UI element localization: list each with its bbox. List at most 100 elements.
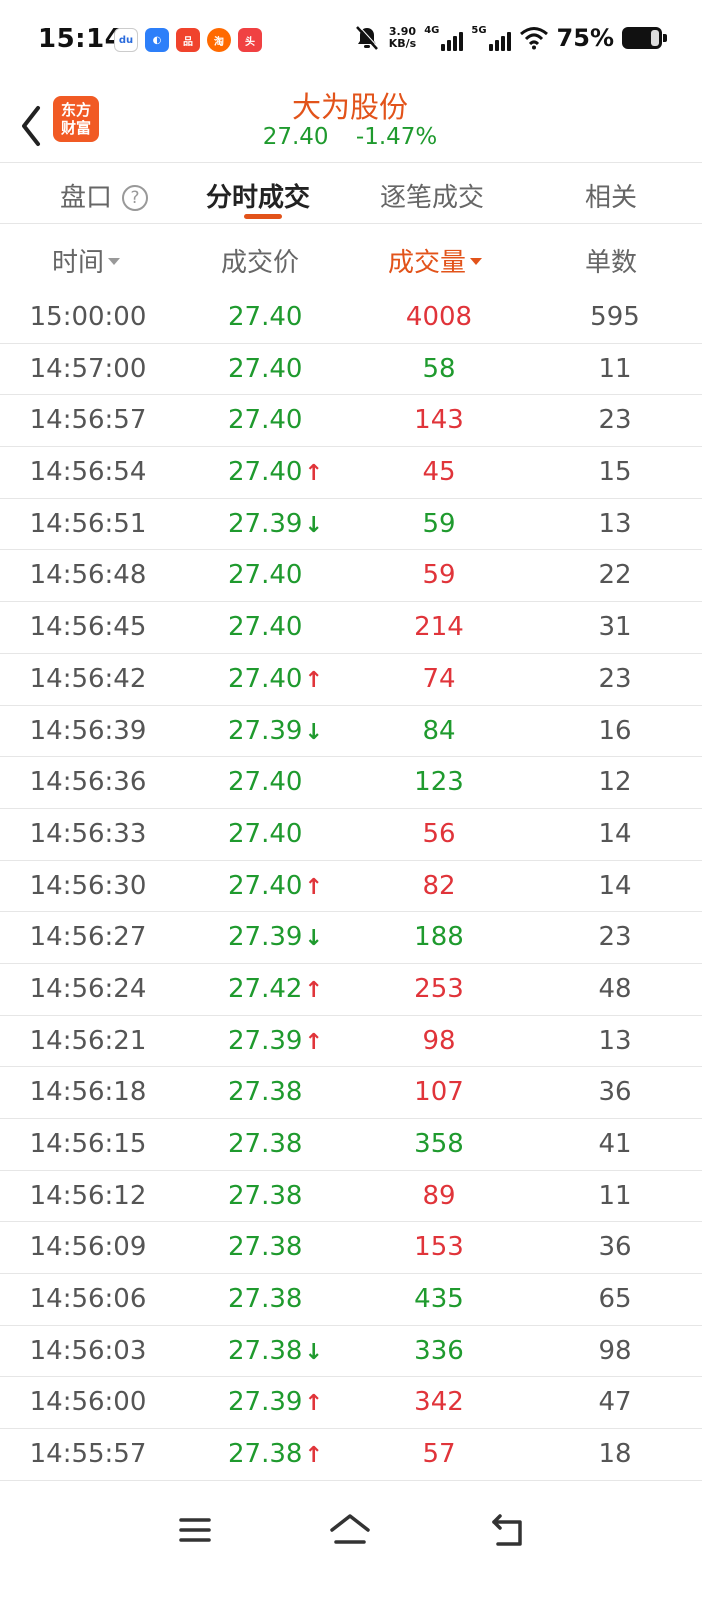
up-arrow-icon: ↑ bbox=[304, 1029, 323, 1055]
trade-time: 14:57:00 bbox=[29, 353, 147, 384]
trade-row: 14:56:12 27.38 89 11 bbox=[0, 1171, 702, 1223]
up-arrow-icon: ↑ bbox=[304, 667, 323, 693]
wifi-icon bbox=[519, 27, 548, 50]
up-arrow-icon: ↑ bbox=[304, 874, 323, 900]
trade-row: 14:56:45 27.40 214 31 bbox=[0, 602, 702, 654]
col-time-header[interactable]: 时间 bbox=[52, 242, 121, 279]
trade-count: 11 bbox=[598, 353, 632, 384]
trade-price-value: 27.40 bbox=[228, 818, 303, 849]
tab-fenshi[interactable]: 分时成交 bbox=[206, 177, 310, 214]
toutiao-app-icon: 头 bbox=[238, 28, 262, 52]
trade-row: 14:56:48 27.40 59 22 bbox=[0, 550, 702, 603]
trade-time: 14:56:03 bbox=[29, 1335, 147, 1366]
browser-app-icon: ◐ bbox=[145, 28, 169, 52]
trade-count: 13 bbox=[598, 508, 632, 539]
sort-caret-icon bbox=[108, 258, 121, 265]
trade-volume: 336 bbox=[414, 1335, 464, 1366]
trade-price: 27.39↑ bbox=[200, 1026, 330, 1056]
stock-price: 27.40 bbox=[262, 124, 329, 150]
col-count-header[interactable]: 单数 bbox=[585, 242, 637, 279]
trade-price: 27.38 bbox=[200, 1232, 330, 1262]
trade-volume: 435 bbox=[414, 1284, 464, 1315]
trade-volume: 82 bbox=[422, 870, 456, 901]
trade-time: 14:56:21 bbox=[29, 1025, 147, 1056]
tab-zhubi[interactable]: 逐笔成交 bbox=[380, 177, 484, 214]
stock-quote: 27.40 -1.47% bbox=[0, 124, 700, 150]
trade-count: 15 bbox=[598, 457, 632, 488]
status-time: 15:14 bbox=[38, 24, 124, 54]
trade-volume: 123 bbox=[414, 767, 464, 798]
trade-price-value: 27.39 bbox=[228, 715, 303, 746]
trade-count: 36 bbox=[598, 1232, 632, 1263]
tab-pankou[interactable]: 盘口? bbox=[60, 177, 149, 214]
trade-count: 11 bbox=[598, 1180, 632, 1211]
trade-price-value: 27.38 bbox=[228, 1284, 303, 1315]
trade-volume: 89 bbox=[422, 1180, 456, 1211]
trade-time: 14:56:33 bbox=[29, 818, 147, 849]
trade-list[interactable]: 15:00:00 27.40 4008 595 14:57:00 27.40 58 11 14:… bbox=[0, 292, 702, 1481]
trade-volume: 58 bbox=[422, 353, 456, 384]
trade-price: 27.40 bbox=[200, 819, 330, 849]
trade-count: 18 bbox=[598, 1439, 632, 1470]
trade-count: 14 bbox=[598, 870, 632, 901]
down-arrow-icon: ↓ bbox=[304, 719, 323, 745]
trade-time: 14:56:51 bbox=[29, 508, 147, 539]
trade-price: 27.38↓ bbox=[200, 1336, 330, 1366]
trade-time: 14:56:48 bbox=[29, 560, 147, 591]
trade-count: 41 bbox=[598, 1129, 632, 1159]
help-icon[interactable]: ? bbox=[122, 185, 149, 211]
trade-volume: 153 bbox=[414, 1232, 464, 1263]
trade-row: 14:56:54 27.40↑ 45 15 bbox=[0, 447, 702, 499]
trade-volume: 188 bbox=[414, 922, 464, 953]
trade-time: 14:56:09 bbox=[29, 1232, 147, 1263]
trade-price-value: 27.39 bbox=[228, 1025, 303, 1056]
trade-price: 27.40 bbox=[200, 560, 330, 590]
back-icon[interactable] bbox=[480, 1508, 536, 1552]
trade-price-value: 27.38 bbox=[228, 1180, 303, 1211]
trade-count: 23 bbox=[598, 663, 632, 694]
trade-price: 27.40 bbox=[200, 767, 330, 797]
trade-row: 14:56:03 27.38↓ 336 98 bbox=[0, 1326, 702, 1378]
trade-count: 36 bbox=[598, 1077, 632, 1108]
trade-volume: 107 bbox=[414, 1077, 464, 1108]
trade-count: 47 bbox=[598, 1387, 632, 1418]
net-speed: 3.90 KB/s bbox=[388, 25, 417, 50]
trade-count: 13 bbox=[598, 1025, 632, 1056]
trade-row: 14:56:18 27.38 107 36 bbox=[0, 1067, 702, 1119]
trade-count: 595 bbox=[590, 302, 640, 332]
trade-row: 14:56:06 27.38 435 65 bbox=[0, 1274, 702, 1326]
home-icon[interactable] bbox=[322, 1508, 378, 1552]
trade-price-value: 27.40 bbox=[228, 405, 303, 436]
signal-4g-icon: 4G bbox=[424, 25, 464, 51]
trade-price-value: 27.40 bbox=[228, 870, 303, 901]
trade-price-value: 27.40 bbox=[228, 560, 303, 591]
trade-volume: 214 bbox=[414, 612, 464, 643]
trade-price-value: 27.38 bbox=[228, 1232, 303, 1263]
taobao-app-icon: 淘 bbox=[207, 28, 231, 52]
trade-row: 14:56:30 27.40↑ 82 14 bbox=[0, 861, 702, 913]
trade-count: 98 bbox=[598, 1335, 632, 1366]
battery-percent: 75% bbox=[556, 24, 614, 52]
system-nav-bar bbox=[0, 1480, 720, 1608]
trade-price-value: 27.40 bbox=[228, 457, 303, 488]
trade-time: 14:56:54 bbox=[29, 457, 147, 488]
trade-price-value: 27.39 bbox=[228, 922, 303, 953]
stock-change: -1.47% bbox=[355, 124, 438, 150]
trade-price-value: 27.40 bbox=[228, 663, 303, 694]
up-arrow-icon: ↑ bbox=[304, 1443, 323, 1469]
trade-time: 14:56:18 bbox=[29, 1077, 147, 1108]
trade-time: 15:00:00 bbox=[29, 302, 147, 332]
trade-time: 14:56:57 bbox=[29, 405, 147, 436]
trade-volume: 59 bbox=[422, 508, 456, 539]
col-price-header[interactable]: 成交价 bbox=[221, 242, 299, 279]
trade-volume: 253 bbox=[414, 973, 464, 1004]
menu-icon[interactable] bbox=[167, 1508, 223, 1552]
trade-row: 14:56:39 27.39↓ 84 16 bbox=[0, 706, 702, 758]
pinduoduo-app-icon: 品 bbox=[176, 28, 200, 52]
trade-volume: 59 bbox=[422, 560, 456, 591]
trade-price-value: 27.38 bbox=[228, 1439, 303, 1470]
tab-xiangguan[interactable]: 相关 bbox=[585, 177, 637, 214]
trade-price: 27.38 bbox=[200, 1129, 330, 1159]
up-arrow-icon: ↑ bbox=[304, 461, 323, 487]
col-volume-header[interactable]: 成交量 bbox=[388, 242, 483, 279]
